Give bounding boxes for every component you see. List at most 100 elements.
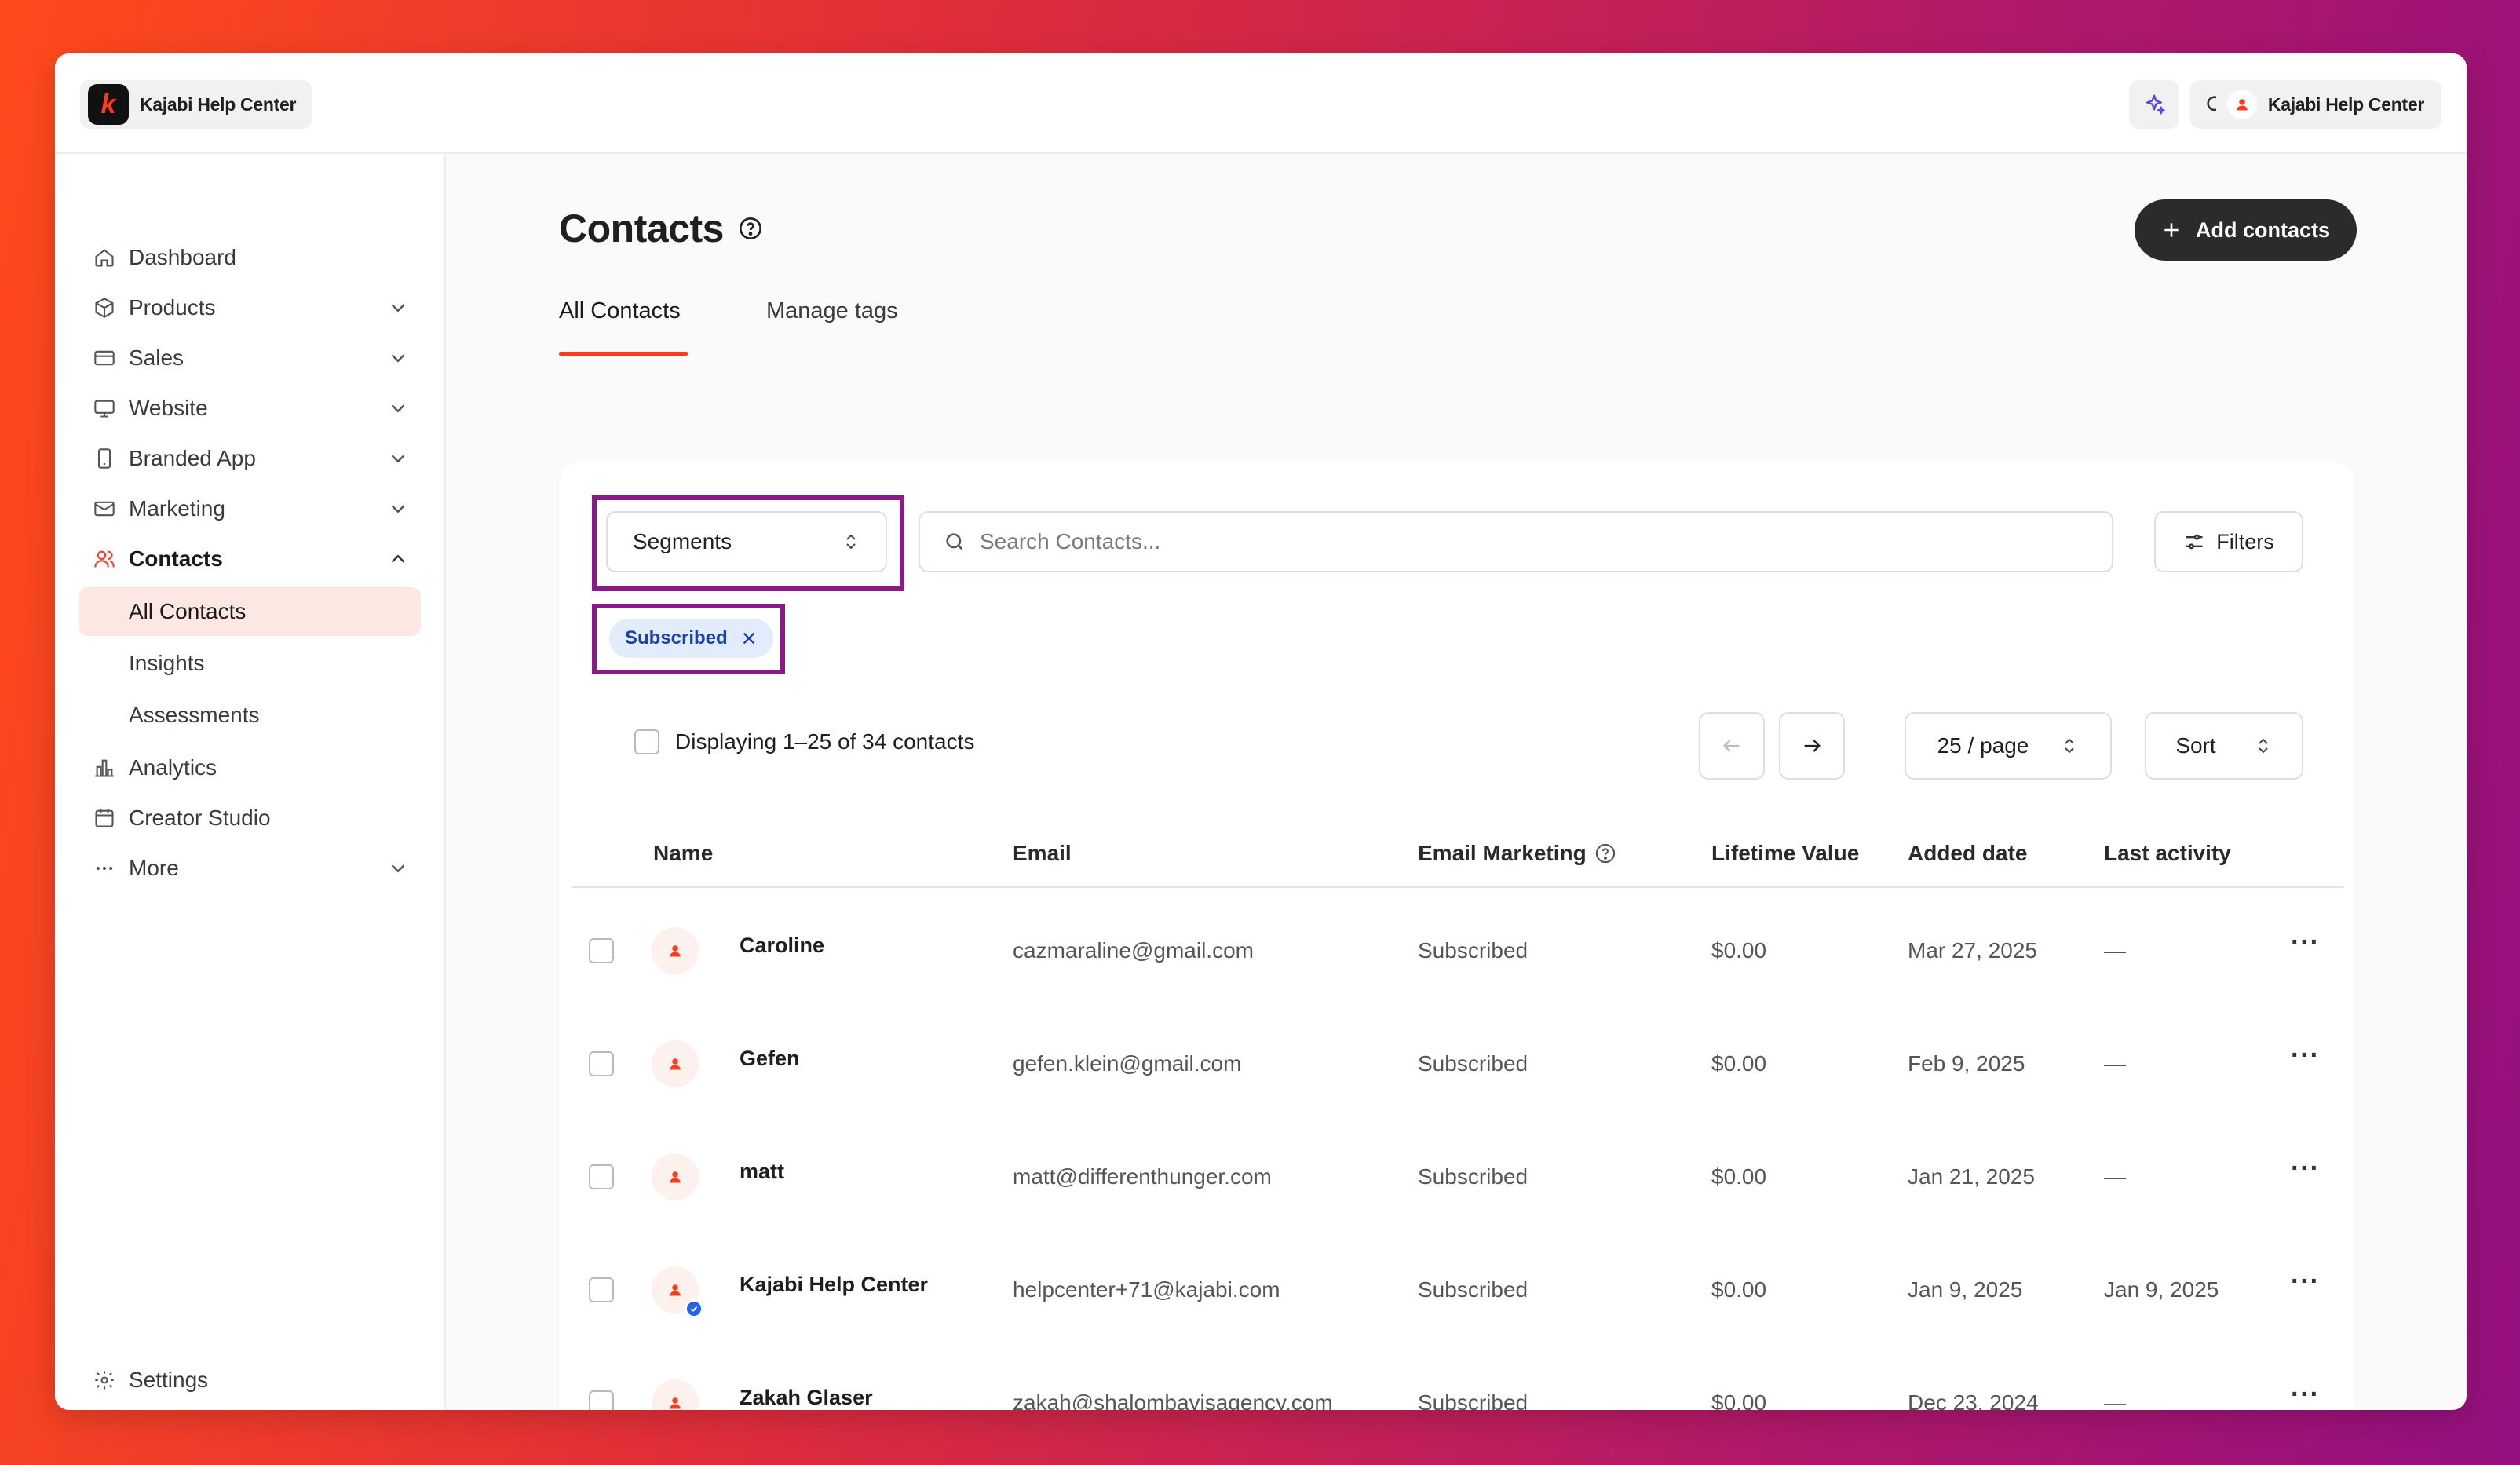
contact-marketing-status: Subscribed — [1418, 938, 1528, 963]
user-icon — [670, 1284, 681, 1296]
table-row[interactable]: matt matt@differenthunger.com Subscribed… — [559, 1130, 2355, 1243]
per-page-label: 25 / page — [1937, 733, 2029, 758]
row-checkbox[interactable] — [589, 1164, 614, 1189]
arrow-right-icon — [1804, 740, 1821, 752]
monitor-icon — [94, 400, 115, 418]
ai-sparkle-button[interactable] — [2129, 80, 2179, 129]
sidebar-item-analytics[interactable]: Analytics — [79, 744, 421, 791]
sidebar-subitem-all-contacts[interactable]: All Contacts — [79, 587, 421, 636]
tab-manage-tags[interactable]: Manage tags — [766, 298, 898, 324]
chevron-up-icon — [391, 554, 405, 563]
contact-last-activity: Jan 9, 2025 — [2104, 1277, 2219, 1302]
select-all-checkbox[interactable] — [634, 729, 659, 754]
table-row[interactable]: Gefen gefen.klein@gmail.com Subscribed $… — [559, 1017, 2355, 1130]
active-filter-chip: Subscribed — [609, 619, 773, 658]
contact-name[interactable]: Gefen — [740, 1047, 800, 1071]
sidebar-item-products[interactable]: Products — [79, 284, 421, 331]
sidebar-item-more[interactable]: More — [79, 845, 421, 892]
avatar — [652, 927, 699, 974]
add-contacts-button[interactable]: Add contacts — [2134, 199, 2357, 261]
close-icon[interactable] — [740, 630, 758, 647]
row-actions-menu[interactable]: ··· — [2291, 1379, 2320, 1410]
sidebar-item-creator-studio[interactable]: Creator Studio — [79, 795, 421, 842]
tab-all-contacts[interactable]: All Contacts — [559, 298, 681, 324]
display-count: Displaying 1–25 of 34 contacts — [675, 729, 975, 754]
sidebar-item-label: Marketing — [129, 496, 225, 521]
segments-select[interactable]: Segments — [606, 511, 887, 572]
row-actions-menu[interactable]: ··· — [2291, 927, 2320, 958]
contact-name[interactable]: Kajabi Help Center — [740, 1273, 928, 1297]
row-actions-menu[interactable]: ··· — [2291, 1153, 2320, 1184]
contact-name[interactable]: matt — [740, 1160, 784, 1184]
table-row[interactable]: Caroline cazmaraline@gmail.com Subscribe… — [559, 904, 2355, 1017]
sidebar-item-marketing[interactable]: Marketing — [79, 485, 421, 532]
avatar — [652, 1153, 699, 1200]
column-header-added-date[interactable]: Added date — [1908, 841, 2027, 866]
help-circle-icon[interactable] — [1594, 842, 1616, 864]
column-header-email[interactable]: Email — [1013, 841, 1072, 866]
user-avatar — [2226, 90, 2257, 119]
search-icon — [946, 533, 963, 550]
sidebar-item-website[interactable]: Website — [79, 385, 421, 432]
contact-name[interactable]: Zakah Glaser — [740, 1386, 873, 1410]
user-icon — [670, 1397, 681, 1409]
users-icon — [94, 550, 115, 568]
contact-added-date: Jan 21, 2025 — [1908, 1164, 2035, 1189]
avatar — [652, 1040, 699, 1087]
next-page-button[interactable] — [1779, 712, 1845, 780]
gear-icon — [95, 1371, 114, 1390]
chevron-down-icon — [391, 404, 405, 413]
column-header-name[interactable]: Name — [653, 841, 713, 866]
plus-icon — [2164, 223, 2179, 237]
contact-lifetime-value: $0.00 — [1711, 938, 1767, 963]
account-menu[interactable]: Kajabi Help Center — [2215, 80, 2441, 129]
sidebar-item-label: Dashboard — [129, 245, 236, 269]
page-title-text: Contacts — [559, 206, 724, 250]
row-checkbox[interactable] — [589, 1390, 614, 1410]
chevron-down-icon — [391, 455, 405, 463]
table-header-divider — [572, 886, 2344, 888]
per-page-select[interactable]: 25 / page — [1905, 712, 2112, 780]
avatar — [652, 1379, 699, 1410]
sidebar-item-contacts[interactable]: Contacts — [79, 535, 421, 583]
sidebar-subitem-label: Insights — [129, 651, 205, 675]
site-switcher[interactable]: k Kajabi Help Center — [80, 80, 312, 129]
search-input[interactable]: Search Contacts... — [919, 511, 2113, 572]
top-bar: k Kajabi Help Center Kajabi Help Center — [55, 53, 2467, 154]
sidebar-subitem-label: All Contacts — [129, 599, 247, 623]
user-icon — [670, 1058, 681, 1070]
row-checkbox[interactable] — [589, 1051, 614, 1076]
sidebar-item-sales[interactable]: Sales — [79, 334, 421, 382]
row-actions-menu[interactable]: ··· — [2291, 1266, 2320, 1297]
column-header-email-marketing[interactable]: Email Marketing — [1418, 841, 1616, 866]
row-checkbox[interactable] — [589, 1277, 614, 1302]
arrow-left-icon — [1723, 740, 1740, 752]
sidebar-item-settings[interactable]: Settings — [79, 1363, 421, 1397]
column-header-lifetime-value[interactable]: Lifetime Value — [1711, 841, 1859, 866]
sidebar-item-dashboard[interactable]: Dashboard — [79, 234, 421, 281]
sidebar-item-label: Settings — [129, 1368, 209, 1392]
sidebar-subitem-assessments[interactable]: Assessments — [79, 691, 421, 740]
sort-label: Sort — [2175, 733, 2216, 758]
table-row[interactable]: Kajabi Help Center helpcenter+71@kajabi.… — [559, 1243, 2355, 1356]
user-icon — [2237, 99, 2248, 111]
contact-name[interactable]: Caroline — [740, 933, 824, 958]
filters-button[interactable]: Filters — [2154, 511, 2303, 572]
mail-icon — [94, 501, 115, 517]
contact-lifetime-value: $0.00 — [1711, 1051, 1767, 1076]
prev-page-button[interactable] — [1699, 712, 1765, 780]
sidebar: Dashboard Products Sales Website Branded… — [55, 154, 446, 1410]
active-tab-indicator — [559, 352, 688, 356]
sidebar-subitem-insights[interactable]: Insights — [79, 639, 421, 688]
row-checkbox[interactable] — [589, 938, 614, 963]
table-row[interactable]: Zakah Glaser zakah@shalombayisagency.com… — [559, 1356, 2355, 1410]
contact-last-activity: — — [2104, 1390, 2126, 1410]
sidebar-item-label: More — [129, 856, 179, 880]
page-title: Contacts — [559, 206, 763, 251]
sort-select[interactable]: Sort — [2145, 712, 2303, 780]
column-header-last-activity[interactable]: Last activity — [2104, 841, 2231, 866]
row-actions-menu[interactable]: ··· — [2291, 1040, 2320, 1071]
help-circle-icon[interactable] — [738, 216, 763, 241]
sidebar-item-branded-app[interactable]: Branded App — [79, 435, 421, 482]
contacts-card: Segments Search Contacts... Filters Subs… — [559, 462, 2355, 1410]
